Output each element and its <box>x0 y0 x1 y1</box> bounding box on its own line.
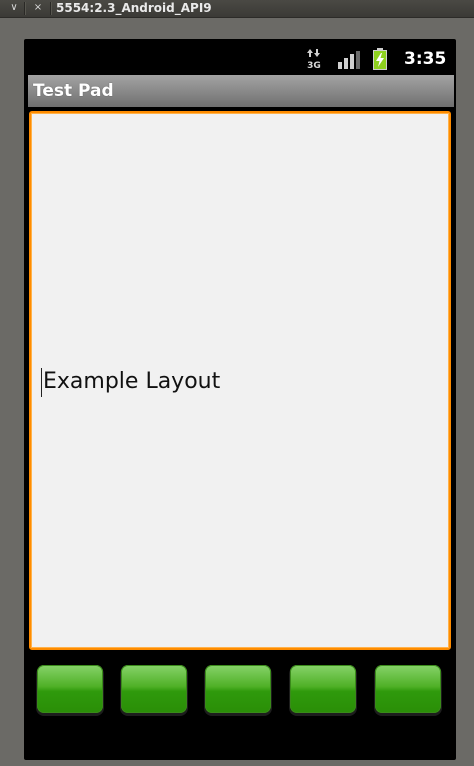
battery-charging-icon <box>373 48 387 70</box>
text-editor-field[interactable]: Example Layout <box>29 111 451 650</box>
green-button-2[interactable] <box>121 665 187 713</box>
title-bar-divider <box>50 2 52 15</box>
green-button-5[interactable] <box>375 665 441 713</box>
window-title: 5554:2.3_Android_API9 <box>56 1 212 15</box>
text-cursor <box>41 368 42 397</box>
signal-strength-icon <box>338 51 360 69</box>
button-row <box>28 656 454 722</box>
data-transfer-3g-icon: 3G <box>307 49 321 69</box>
window-title-bar: ∨ × 5554:2.3_Android_API9 <box>0 0 474 18</box>
status-bar: 3G 3:35 <box>28 43 454 74</box>
status-clock: 3:35 <box>404 49 447 69</box>
title-bar-divider <box>24 2 26 15</box>
window-menu-button[interactable]: ∨ <box>4 1 24 15</box>
window-close-button[interactable]: × <box>28 1 48 15</box>
green-button-3[interactable] <box>205 665 271 713</box>
green-button-4[interactable] <box>290 665 356 713</box>
app-title-bar: Test Pad <box>28 75 454 107</box>
network-type-label: 3G <box>307 61 321 69</box>
green-button-1[interactable] <box>37 665 103 713</box>
editor-text: Example Layout <box>43 369 221 394</box>
app-title: Test Pad <box>33 81 114 101</box>
